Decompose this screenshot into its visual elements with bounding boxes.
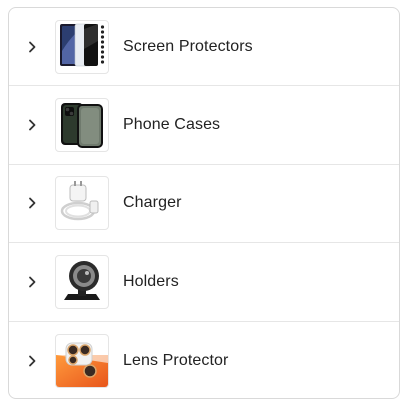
- category-label: Lens Protector: [123, 351, 229, 369]
- chevron-right-icon[interactable]: [9, 196, 55, 210]
- category-label: Phone Cases: [123, 116, 221, 134]
- chevron-right-icon[interactable]: [9, 354, 55, 368]
- category-row-screen-protectors[interactable]: Screen Protectors: [9, 8, 399, 87]
- lens-protector-thumbnail: [55, 333, 109, 388]
- chevron-right-icon[interactable]: [9, 275, 55, 289]
- category-label: Charger: [123, 194, 182, 212]
- category-list: Screen Protectors Phone Cases Charger Ho…: [8, 7, 400, 399]
- charger-thumbnail: [55, 176, 109, 231]
- phone-case-thumbnail: [55, 98, 109, 153]
- chevron-right-icon[interactable]: [9, 118, 55, 132]
- category-row-holders[interactable]: Holders: [9, 243, 399, 322]
- screen-protector-thumbnail: [55, 19, 109, 74]
- chevron-right-icon[interactable]: [9, 40, 55, 54]
- category-row-phone-cases[interactable]: Phone Cases: [9, 86, 399, 165]
- category-row-lens-protector[interactable]: Lens Protector: [9, 322, 399, 398]
- category-row-charger[interactable]: Charger: [9, 165, 399, 244]
- holder-thumbnail: [55, 254, 109, 309]
- category-label: Holders: [123, 272, 179, 290]
- category-label: Screen Protectors: [123, 37, 253, 55]
